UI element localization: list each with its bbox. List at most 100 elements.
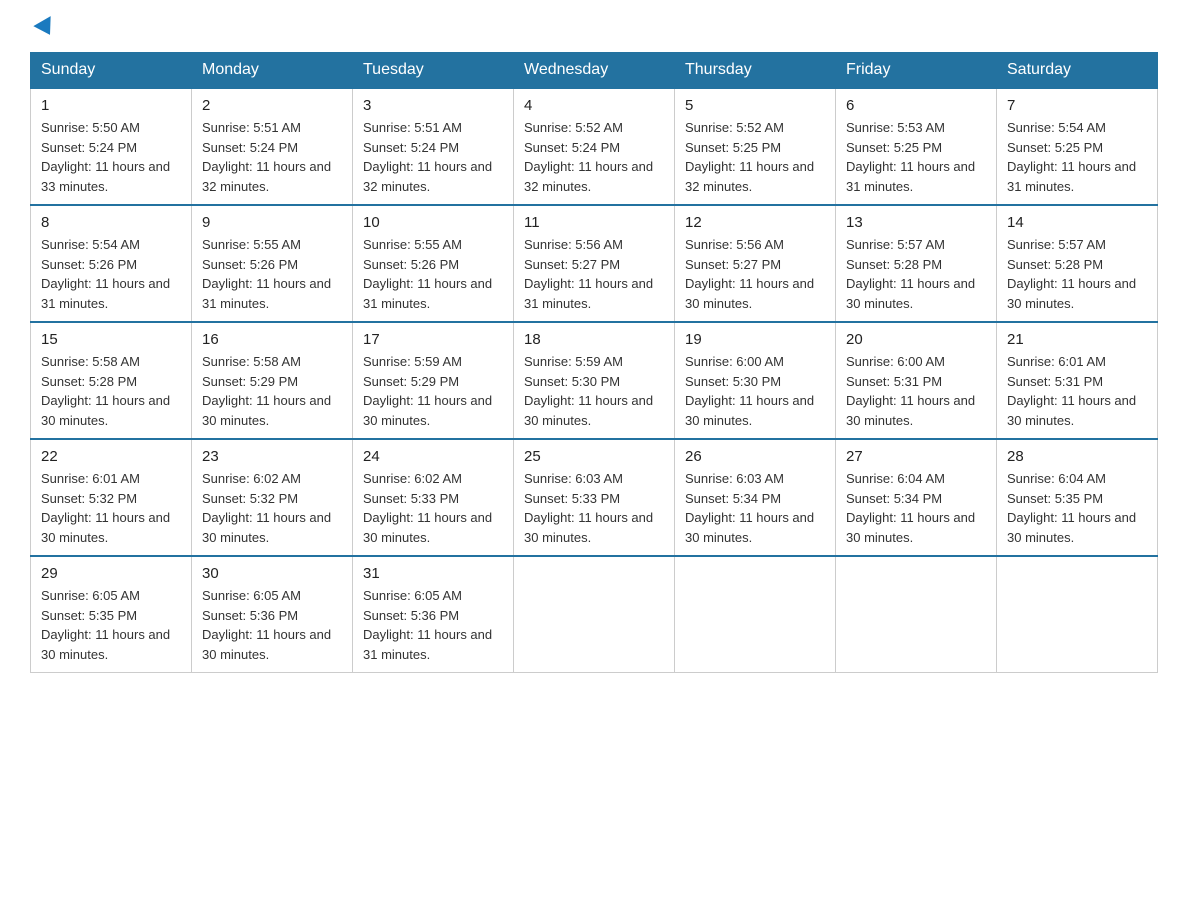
day-number: 13 [846, 214, 986, 231]
calendar-week-row: 29 Sunrise: 6:05 AM Sunset: 5:35 PM Dayl… [31, 556, 1158, 673]
weekday-header-saturday: Saturday [997, 53, 1158, 89]
calendar-cell: 28 Sunrise: 6:04 AM Sunset: 5:35 PM Dayl… [997, 439, 1158, 556]
weekday-header-tuesday: Tuesday [353, 53, 514, 89]
day-number: 5 [685, 97, 825, 114]
logo [30, 20, 56, 36]
page-header [30, 20, 1158, 36]
day-info: Sunrise: 5:58 AM Sunset: 5:29 PM Dayligh… [202, 352, 342, 430]
calendar-cell: 29 Sunrise: 6:05 AM Sunset: 5:35 PM Dayl… [31, 556, 192, 673]
day-info: Sunrise: 5:57 AM Sunset: 5:28 PM Dayligh… [1007, 235, 1147, 313]
day-info: Sunrise: 5:55 AM Sunset: 5:26 PM Dayligh… [363, 235, 503, 313]
day-info: Sunrise: 5:52 AM Sunset: 5:25 PM Dayligh… [685, 118, 825, 196]
day-info: Sunrise: 5:50 AM Sunset: 5:24 PM Dayligh… [41, 118, 181, 196]
day-info: Sunrise: 5:51 AM Sunset: 5:24 PM Dayligh… [202, 118, 342, 196]
day-info: Sunrise: 6:03 AM Sunset: 5:33 PM Dayligh… [524, 469, 664, 547]
calendar-cell: 13 Sunrise: 5:57 AM Sunset: 5:28 PM Dayl… [836, 205, 997, 322]
day-number: 30 [202, 565, 342, 582]
calendar-cell: 20 Sunrise: 6:00 AM Sunset: 5:31 PM Dayl… [836, 322, 997, 439]
day-number: 28 [1007, 448, 1147, 465]
day-number: 19 [685, 331, 825, 348]
calendar-cell: 21 Sunrise: 6:01 AM Sunset: 5:31 PM Dayl… [997, 322, 1158, 439]
logo-triangle-icon [33, 16, 58, 40]
day-number: 4 [524, 97, 664, 114]
day-info: Sunrise: 6:02 AM Sunset: 5:32 PM Dayligh… [202, 469, 342, 547]
weekday-header-wednesday: Wednesday [514, 53, 675, 89]
day-info: Sunrise: 5:57 AM Sunset: 5:28 PM Dayligh… [846, 235, 986, 313]
weekday-header-row: SundayMondayTuesdayWednesdayThursdayFrid… [31, 53, 1158, 89]
calendar-table: SundayMondayTuesdayWednesdayThursdayFrid… [30, 52, 1158, 673]
weekday-header-thursday: Thursday [675, 53, 836, 89]
day-number: 29 [41, 565, 181, 582]
day-number: 3 [363, 97, 503, 114]
calendar-cell: 19 Sunrise: 6:00 AM Sunset: 5:30 PM Dayl… [675, 322, 836, 439]
calendar-week-row: 1 Sunrise: 5:50 AM Sunset: 5:24 PM Dayli… [31, 88, 1158, 205]
day-number: 17 [363, 331, 503, 348]
day-number: 18 [524, 331, 664, 348]
day-info: Sunrise: 6:05 AM Sunset: 5:35 PM Dayligh… [41, 586, 181, 664]
day-number: 10 [363, 214, 503, 231]
day-info: Sunrise: 5:59 AM Sunset: 5:29 PM Dayligh… [363, 352, 503, 430]
day-info: Sunrise: 6:01 AM Sunset: 5:31 PM Dayligh… [1007, 352, 1147, 430]
day-info: Sunrise: 5:54 AM Sunset: 5:26 PM Dayligh… [41, 235, 181, 313]
calendar-cell [836, 556, 997, 673]
day-info: Sunrise: 6:04 AM Sunset: 5:34 PM Dayligh… [846, 469, 986, 547]
day-info: Sunrise: 5:53 AM Sunset: 5:25 PM Dayligh… [846, 118, 986, 196]
day-info: Sunrise: 6:03 AM Sunset: 5:34 PM Dayligh… [685, 469, 825, 547]
calendar-cell: 11 Sunrise: 5:56 AM Sunset: 5:27 PM Dayl… [514, 205, 675, 322]
calendar-cell: 14 Sunrise: 5:57 AM Sunset: 5:28 PM Dayl… [997, 205, 1158, 322]
day-number: 12 [685, 214, 825, 231]
day-info: Sunrise: 6:05 AM Sunset: 5:36 PM Dayligh… [363, 586, 503, 664]
day-info: Sunrise: 6:00 AM Sunset: 5:30 PM Dayligh… [685, 352, 825, 430]
day-info: Sunrise: 5:56 AM Sunset: 5:27 PM Dayligh… [524, 235, 664, 313]
day-info: Sunrise: 5:58 AM Sunset: 5:28 PM Dayligh… [41, 352, 181, 430]
calendar-cell: 17 Sunrise: 5:59 AM Sunset: 5:29 PM Dayl… [353, 322, 514, 439]
calendar-cell [675, 556, 836, 673]
day-number: 2 [202, 97, 342, 114]
day-number: 20 [846, 331, 986, 348]
day-number: 1 [41, 97, 181, 114]
day-info: Sunrise: 5:55 AM Sunset: 5:26 PM Dayligh… [202, 235, 342, 313]
day-info: Sunrise: 6:04 AM Sunset: 5:35 PM Dayligh… [1007, 469, 1147, 547]
calendar-cell: 8 Sunrise: 5:54 AM Sunset: 5:26 PM Dayli… [31, 205, 192, 322]
day-number: 23 [202, 448, 342, 465]
day-info: Sunrise: 5:56 AM Sunset: 5:27 PM Dayligh… [685, 235, 825, 313]
calendar-week-row: 22 Sunrise: 6:01 AM Sunset: 5:32 PM Dayl… [31, 439, 1158, 556]
calendar-cell: 9 Sunrise: 5:55 AM Sunset: 5:26 PM Dayli… [192, 205, 353, 322]
calendar-cell: 31 Sunrise: 6:05 AM Sunset: 5:36 PM Dayl… [353, 556, 514, 673]
day-number: 11 [524, 214, 664, 231]
calendar-cell: 15 Sunrise: 5:58 AM Sunset: 5:28 PM Dayl… [31, 322, 192, 439]
calendar-cell: 10 Sunrise: 5:55 AM Sunset: 5:26 PM Dayl… [353, 205, 514, 322]
day-number: 26 [685, 448, 825, 465]
calendar-cell: 6 Sunrise: 5:53 AM Sunset: 5:25 PM Dayli… [836, 88, 997, 205]
calendar-cell: 22 Sunrise: 6:01 AM Sunset: 5:32 PM Dayl… [31, 439, 192, 556]
calendar-cell: 26 Sunrise: 6:03 AM Sunset: 5:34 PM Dayl… [675, 439, 836, 556]
calendar-cell: 12 Sunrise: 5:56 AM Sunset: 5:27 PM Dayl… [675, 205, 836, 322]
calendar-cell: 23 Sunrise: 6:02 AM Sunset: 5:32 PM Dayl… [192, 439, 353, 556]
day-info: Sunrise: 6:02 AM Sunset: 5:33 PM Dayligh… [363, 469, 503, 547]
calendar-cell: 3 Sunrise: 5:51 AM Sunset: 5:24 PM Dayli… [353, 88, 514, 205]
day-info: Sunrise: 5:54 AM Sunset: 5:25 PM Dayligh… [1007, 118, 1147, 196]
day-info: Sunrise: 6:01 AM Sunset: 5:32 PM Dayligh… [41, 469, 181, 547]
day-number: 21 [1007, 331, 1147, 348]
calendar-cell: 7 Sunrise: 5:54 AM Sunset: 5:25 PM Dayli… [997, 88, 1158, 205]
day-number: 25 [524, 448, 664, 465]
day-number: 14 [1007, 214, 1147, 231]
calendar-cell: 4 Sunrise: 5:52 AM Sunset: 5:24 PM Dayli… [514, 88, 675, 205]
calendar-cell: 16 Sunrise: 5:58 AM Sunset: 5:29 PM Dayl… [192, 322, 353, 439]
calendar-week-row: 8 Sunrise: 5:54 AM Sunset: 5:26 PM Dayli… [31, 205, 1158, 322]
day-info: Sunrise: 6:00 AM Sunset: 5:31 PM Dayligh… [846, 352, 986, 430]
day-number: 7 [1007, 97, 1147, 114]
day-number: 16 [202, 331, 342, 348]
weekday-header-sunday: Sunday [31, 53, 192, 89]
weekday-header-monday: Monday [192, 53, 353, 89]
logo-blue-text [30, 20, 56, 36]
calendar-cell: 1 Sunrise: 5:50 AM Sunset: 5:24 PM Dayli… [31, 88, 192, 205]
day-number: 8 [41, 214, 181, 231]
calendar-cell [997, 556, 1158, 673]
day-number: 15 [41, 331, 181, 348]
day-number: 27 [846, 448, 986, 465]
calendar-cell: 18 Sunrise: 5:59 AM Sunset: 5:30 PM Dayl… [514, 322, 675, 439]
day-info: Sunrise: 5:59 AM Sunset: 5:30 PM Dayligh… [524, 352, 664, 430]
calendar-cell: 24 Sunrise: 6:02 AM Sunset: 5:33 PM Dayl… [353, 439, 514, 556]
day-number: 31 [363, 565, 503, 582]
